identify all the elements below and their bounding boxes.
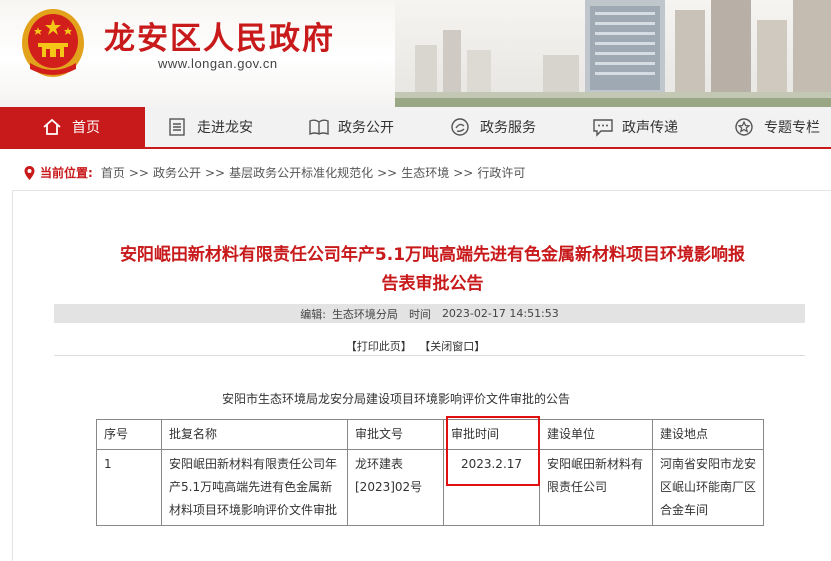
table-row: 1 安阳岷田新材料有限责任公司年产5.1万吨高端先进有色金属新材料项目环境影响评… bbox=[96, 449, 764, 526]
print-link[interactable]: 【打印此页】 bbox=[346, 340, 412, 353]
cell-no: 1 bbox=[96, 449, 162, 526]
editor-label: 编辑: bbox=[300, 307, 326, 321]
divider bbox=[54, 355, 805, 356]
breadcrumb-separator: >> bbox=[453, 165, 474, 180]
nav-label: 走进龙安 bbox=[197, 120, 253, 136]
breadcrumb-link-standardization[interactable]: 基层政务公开标准化规范化 bbox=[229, 164, 373, 181]
home-icon bbox=[42, 117, 62, 137]
site-url: www.longan.gov.cn bbox=[158, 56, 278, 71]
nav-item-home[interactable]: 首页 bbox=[0, 107, 145, 147]
nav-label: 首页 bbox=[72, 120, 100, 136]
site-header: 龙安区人民政府 www.longan.gov.cn bbox=[0, 0, 831, 107]
badge-icon bbox=[734, 117, 754, 137]
cell-unit: 安阳岷田新材料有限责任公司 bbox=[539, 449, 653, 526]
cell-place: 河南省安阳市龙安区岷山环能南厂区合金车间 bbox=[652, 449, 764, 526]
nav-label: 政声传递 bbox=[622, 120, 678, 136]
article-title: 安阳岷田新材料有限责任公司年产5.1万吨高端先进有色金属新材料项目环境影响报 告… bbox=[60, 241, 805, 299]
nav-item-topics[interactable]: 专题专栏 bbox=[734, 107, 820, 147]
breadcrumb-separator: >> bbox=[128, 165, 149, 180]
editor-value: 生态环境分局 bbox=[331, 307, 398, 321]
highlight-annotation-box bbox=[446, 416, 540, 486]
table-header-row: 序号 批复名称 审批文号 审批时间 建设单位 建设地点 bbox=[96, 419, 764, 450]
breadcrumb-link-permit[interactable]: 行政许可 bbox=[477, 164, 525, 181]
nav-item-services[interactable]: 政务服务 bbox=[450, 107, 536, 147]
location-pin-icon bbox=[24, 165, 35, 180]
col-header-place: 建设地点 bbox=[652, 419, 764, 450]
chat-icon bbox=[592, 117, 613, 137]
nav-label: 政务服务 bbox=[480, 120, 536, 136]
breadcrumb: 当前位置: 首页 >> 政务公开 >> 基层政务公开标准化规范化 >> 生态环境… bbox=[24, 164, 525, 181]
time-label: 时间 bbox=[408, 307, 431, 321]
nav-item-voice[interactable]: 政声传递 bbox=[592, 107, 678, 147]
article-meta: 编辑: 生态环境分局 时间 2023-02-17 14:51:53 bbox=[54, 304, 805, 323]
main-nav: 首页 走进龙安 政务公开 政务服务 政声传递 专题专栏 bbox=[0, 107, 831, 149]
breadcrumb-link-ecology[interactable]: 生态环境 bbox=[401, 164, 449, 181]
city-skyline-banner bbox=[395, 0, 831, 107]
book-icon bbox=[308, 117, 329, 137]
notice-heading: 安阳市生态环境局龙安分局建设项目环境影响评价文件审批的公告 bbox=[222, 392, 571, 406]
cell-doc: 龙环建表[2023]02号 bbox=[347, 449, 444, 526]
nav-label: 政务公开 bbox=[338, 120, 394, 136]
breadcrumb-prefix: 当前位置: bbox=[40, 166, 93, 180]
breadcrumb-separator: >> bbox=[204, 165, 226, 180]
col-header-no: 序号 bbox=[96, 419, 162, 450]
approval-table: 序号 批复名称 审批文号 审批时间 建设单位 建设地点 1 安阳岷田新材料有限责… bbox=[96, 419, 764, 526]
nav-item-about[interactable]: 走进龙安 bbox=[167, 107, 253, 147]
site-title: 龙安区人民政府 bbox=[104, 21, 335, 57]
col-header-doc: 审批文号 bbox=[347, 419, 444, 450]
col-header-unit: 建设单位 bbox=[539, 419, 653, 450]
col-header-name: 批复名称 bbox=[161, 419, 348, 450]
list-icon bbox=[167, 117, 187, 137]
article-actions: 【打印此页】 【关闭窗口】 bbox=[0, 338, 831, 354]
close-window-link[interactable]: 【关闭窗口】 bbox=[419, 340, 485, 353]
breadcrumb-link-home[interactable]: 首页 bbox=[101, 164, 125, 181]
article-title-line: 告表审批公告 bbox=[381, 274, 484, 294]
breadcrumb-link-gov-affairs[interactable]: 政务公开 bbox=[153, 164, 201, 181]
breadcrumb-separator: >> bbox=[377, 165, 398, 180]
time-value: 2023-02-17 14:51:53 bbox=[441, 307, 559, 320]
nav-label: 专题专栏 bbox=[764, 120, 820, 136]
article-title-line: 安阳岷田新材料有限责任公司年产5.1万吨高端先进有色金属新材料项目环境影响报 bbox=[119, 245, 746, 265]
cell-name: 安阳岷田新材料有限责任公司年产5.1万吨高端先进有色金属新材料项目环境影响评价文… bbox=[161, 449, 348, 526]
nav-item-gov-affairs[interactable]: 政务公开 bbox=[308, 107, 394, 147]
service-icon bbox=[450, 117, 470, 137]
national-emblem-icon bbox=[22, 9, 84, 77]
